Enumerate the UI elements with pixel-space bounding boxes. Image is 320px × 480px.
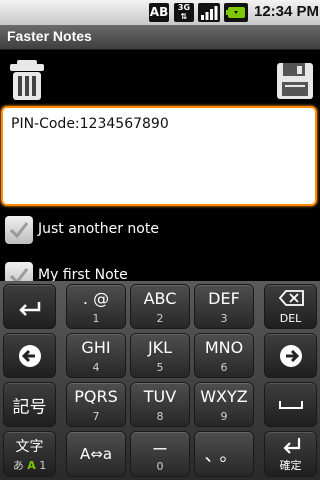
case-toggle-key[interactable]: A⇔a: [66, 431, 126, 477]
symbol-key[interactable]: 記号: [3, 382, 56, 427]
key-4-letters: GHI: [81, 338, 111, 357]
key-9[interactable]: WXYZ 9: [194, 382, 254, 427]
key-5-digit: 5: [156, 361, 164, 374]
save-note-button[interactable]: [276, 58, 314, 102]
key-5[interactable]: JKL 5: [130, 333, 190, 378]
delete-key-label: DEL: [279, 312, 302, 325]
key-4[interactable]: GHI 4: [66, 333, 126, 378]
right-arrow-icon: [279, 344, 302, 367]
backspace-icon: [279, 290, 304, 306]
mode-hiragana: あ: [12, 459, 24, 472]
punctuation-key[interactable]: 、。: [194, 431, 254, 477]
ab-icon: AB: [149, 3, 169, 22]
note-text-value: PIN-Code:1234567890: [11, 116, 169, 132]
input-mode-label: 文字: [15, 439, 44, 455]
key-8-letters: TUV: [143, 387, 177, 406]
mode-alpha: A: [27, 459, 36, 472]
app-title: Faster Notes: [7, 28, 92, 44]
data-arrows-icon: ⇅: [180, 12, 188, 21]
key-2[interactable]: ABC 2: [130, 284, 190, 329]
key-3-digit: 3: [220, 312, 228, 325]
key-0-symbol: ー: [151, 440, 168, 459]
3g-icon: 3G ⇅: [174, 3, 194, 22]
key-3[interactable]: DEF 3: [194, 284, 254, 329]
enter-key[interactable]: 確定: [264, 431, 317, 477]
check-icon: [9, 222, 29, 239]
software-keyboard: . @ 1 ABC 2 DEF 3 DEL GHI 4 JKL 5 MNO 6: [0, 281, 320, 480]
symbol-key-label: 記号: [12, 397, 47, 417]
key-4-digit: 4: [92, 361, 100, 374]
app-title-bar: Faster Notes: [0, 25, 320, 50]
cursor-left-key[interactable]: [3, 333, 56, 378]
delete-note-button[interactable]: [8, 58, 46, 102]
case-toggle-label: A⇔a: [79, 445, 113, 463]
key-9-digit: 9: [220, 410, 228, 423]
key-8-digit: 8: [156, 410, 164, 423]
undo-arrow-icon: [18, 301, 40, 316]
trash-icon: [10, 60, 44, 100]
key-7-letters: PQRS: [74, 387, 118, 406]
signal-icon: [198, 3, 220, 22]
input-mode-indicator: あ A 1: [4, 457, 55, 473]
key-1[interactable]: . @ 1: [66, 284, 126, 329]
key-3-letters: DEF: [208, 289, 240, 308]
battery-icon: [224, 3, 248, 22]
key-6-letters: MNO: [204, 338, 244, 357]
left-arrow-icon: [18, 344, 41, 367]
key-6-digit: 6: [220, 361, 228, 374]
note-text-field[interactable]: PIN-Code:1234567890: [1, 106, 317, 206]
delete-key[interactable]: DEL: [264, 284, 317, 329]
space-key[interactable]: [264, 382, 317, 427]
note-checkbox[interactable]: [5, 216, 33, 244]
key-0[interactable]: ー 0: [130, 431, 190, 477]
key-2-digit: 2: [156, 312, 164, 325]
key-2-letters: ABC: [143, 289, 177, 308]
key-6[interactable]: MNO 6: [194, 333, 254, 378]
clock: 12:34 PM: [254, 3, 320, 20]
mode-numeric: 1: [39, 459, 47, 472]
space-icon: [278, 400, 303, 409]
status-bar: AB 3G ⇅ 12:34 PM: [0, 0, 320, 25]
key-8[interactable]: TUV 8: [130, 382, 190, 427]
enter-key-label: 確定: [279, 459, 302, 472]
key-7[interactable]: PQRS 7: [66, 382, 126, 427]
key-7-digit: 7: [92, 410, 100, 423]
floppy-disk-icon: [277, 63, 313, 99]
undo-key[interactable]: [3, 284, 56, 329]
cursor-right-key[interactable]: [264, 333, 317, 378]
note-label: Just another note: [38, 221, 159, 237]
key-9-letters: WXYZ: [200, 387, 248, 406]
key-0-digit: 0: [156, 460, 164, 473]
punctuation-label: 、。: [204, 445, 244, 466]
input-mode-key[interactable]: 文字 あ A 1: [3, 431, 56, 477]
key-5-letters: JKL: [147, 338, 173, 357]
enter-icon: [283, 438, 301, 454]
key-1-digit: 1: [92, 312, 100, 325]
key-1-letters: . @: [82, 289, 110, 308]
list-item[interactable]: Just another note: [0, 208, 320, 254]
network-type-label: 3G: [177, 3, 191, 12]
